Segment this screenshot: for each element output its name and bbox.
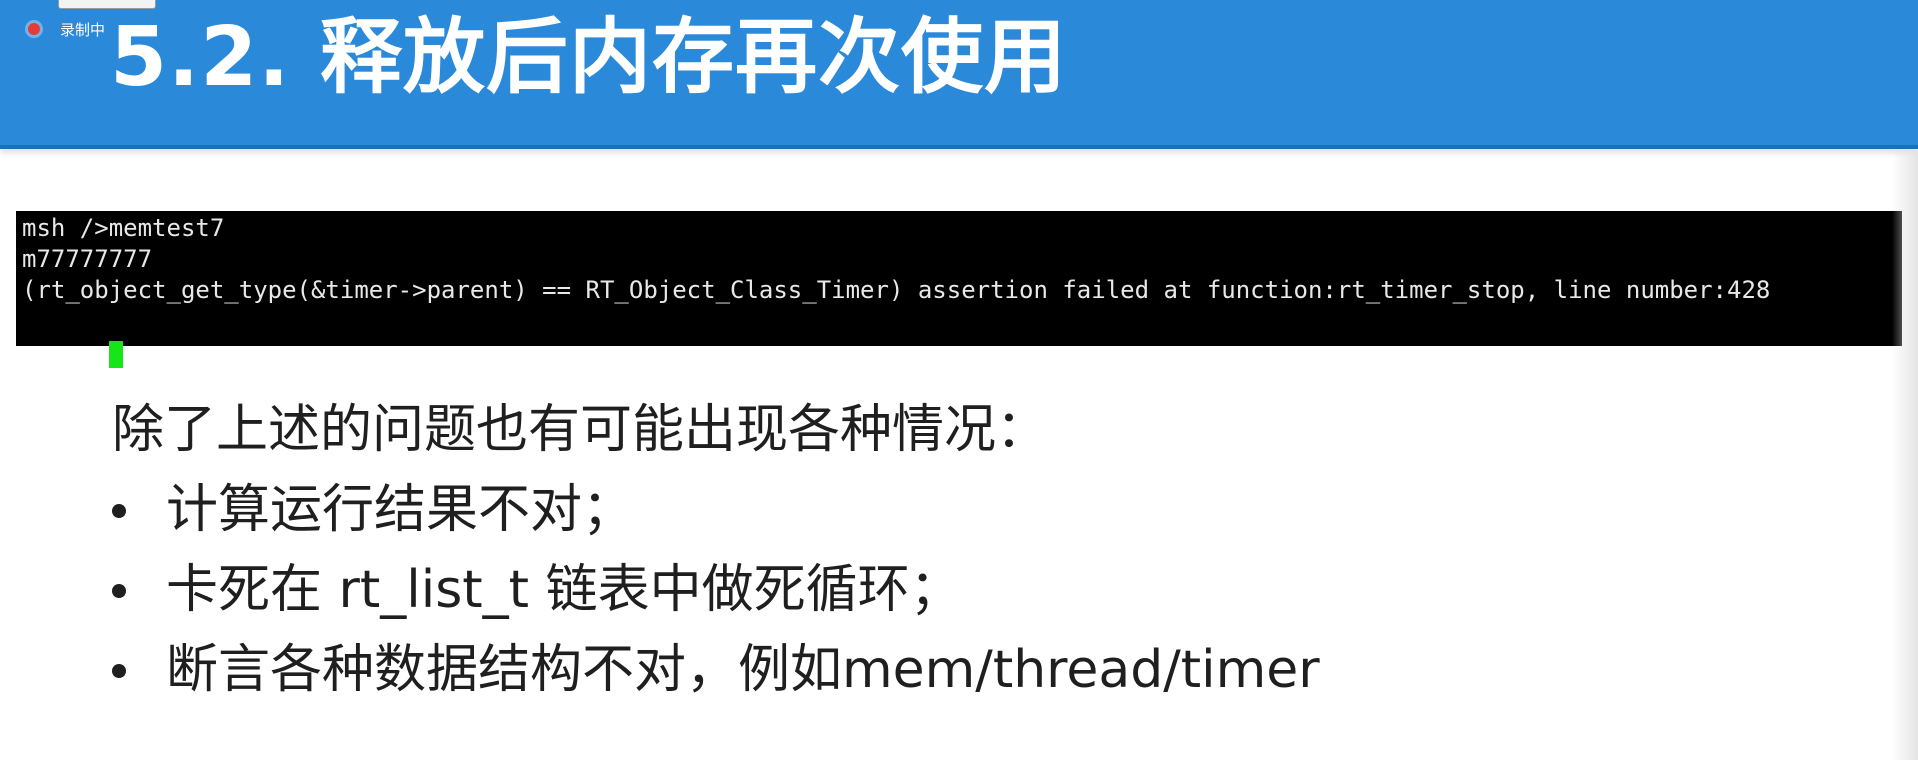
bullet-dot-icon: [112, 504, 126, 518]
terminal-cursor: [108, 340, 123, 368]
list-item: 卡死在 rt_list_t 链表中做死循环；: [112, 550, 1812, 630]
terminal-line: msh />memtest7: [22, 214, 225, 242]
terminal-line: (rt_object_get_type(&timer->parent) == R…: [22, 276, 1771, 304]
window-edge-shadow: [1892, 150, 1918, 760]
list-item-text: 计算运行结果不对；: [166, 480, 635, 540]
slide: 5.2. 释放后内存再次使用 录制中 msh />memtest7 m77777…: [0, 0, 1918, 760]
terminal-prompt-line: [22, 306, 1902, 368]
bullet-dot-icon: [112, 664, 126, 678]
list-item-text: 卡死在 rt_list_t 链表中做死循环；: [166, 560, 962, 620]
terminal-line: m77777777: [22, 245, 153, 273]
list-item-text: 断言各种数据结构不对，例如mem/thread/timer: [166, 640, 1320, 700]
list-item: 断言各种数据结构不对，例如mem/thread/timer: [112, 630, 1812, 710]
slide-body: 除了上述的问题也有可能出现各种情况： 计算运行结果不对； 卡死在 rt_list…: [112, 390, 1812, 710]
bullet-list: 计算运行结果不对； 卡死在 rt_list_t 链表中做死循环； 断言各种数据结…: [112, 470, 1812, 710]
recording-indicator[interactable]: 录制中: [28, 18, 105, 40]
title-bar: 5.2. 释放后内存再次使用: [0, 0, 1918, 149]
recording-label: 录制中: [60, 20, 106, 39]
record-dot-icon: [28, 23, 40, 35]
list-item: 计算运行结果不对；: [112, 470, 1812, 550]
page-title: 5.2. 释放后内存再次使用: [110, 10, 1067, 105]
bullet-dot-icon: [112, 584, 126, 598]
floating-toolbar-tab[interactable]: [58, 0, 156, 9]
terminal-output: msh />memtest7 m77777777 (rt_object_get_…: [16, 211, 1902, 368]
intro-text: 除了上述的问题也有可能出现各种情况：: [112, 400, 1049, 460]
